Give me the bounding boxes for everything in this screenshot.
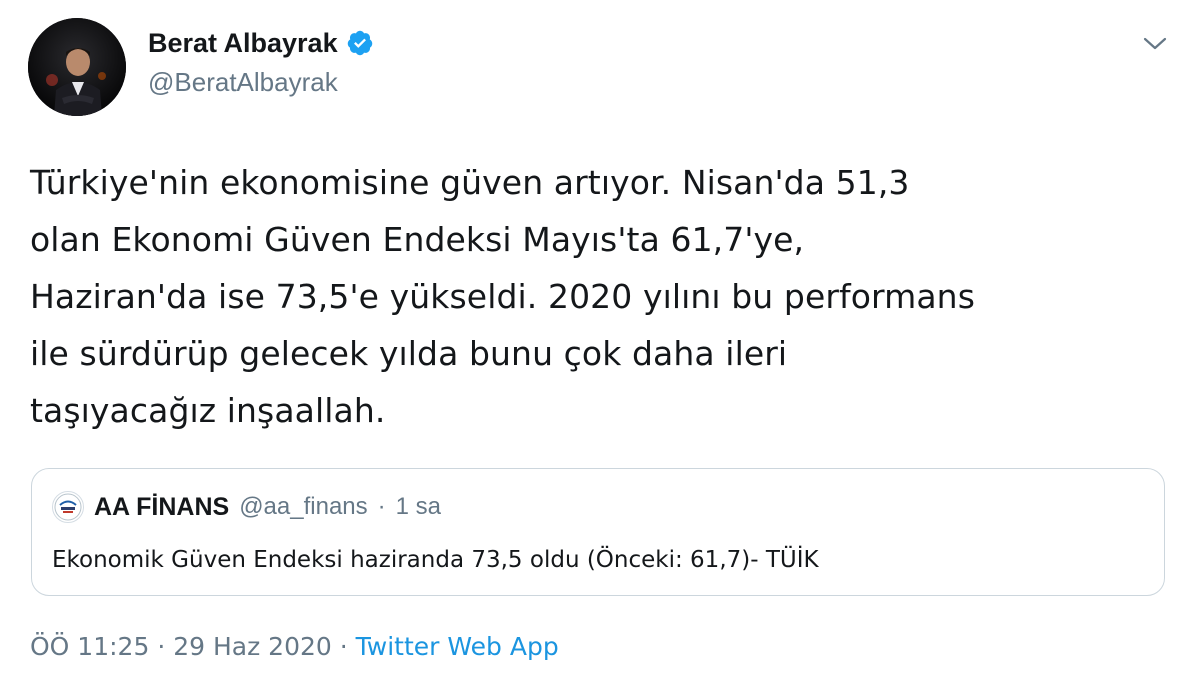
- quoted-timestamp: 1 sa: [395, 493, 442, 520]
- tweet-date[interactable]: 29 Haz 2020: [173, 632, 332, 661]
- tweet-header: Berat Albayrak @BeratAlbayrak: [28, 18, 1170, 118]
- quoted-handle: @aa_finans: [239, 493, 368, 520]
- tweet-text: Türkiye'nin ekonomisine güven artıyor. N…: [30, 163, 975, 430]
- tweet-time[interactable]: ÖÖ 11:25: [30, 632, 149, 661]
- chevron-down-icon[interactable]: [1140, 32, 1170, 56]
- quoted-display-name: AA FİNANS: [94, 492, 230, 521]
- quoted-tweet-header: AA FİNANS @aa_finans · 1 sa: [52, 491, 441, 523]
- meta-separator: ·: [339, 632, 348, 661]
- avatar-photo: [28, 18, 126, 116]
- quoted-tweet-text: Ekonomik Güven Endeksi haziranda 73,5 ol…: [52, 547, 819, 573]
- author-name-row[interactable]: Berat Albayrak: [148, 26, 374, 60]
- avatar[interactable]: [28, 18, 126, 116]
- quoted-avatar: [52, 491, 84, 523]
- meta-separator: ·: [157, 632, 166, 661]
- author-handle[interactable]: @BeratAlbayrak: [148, 66, 374, 98]
- source-app-link[interactable]: Twitter Web App: [356, 632, 559, 661]
- verified-badge-icon: [346, 29, 374, 57]
- aa-logo-icon: [54, 493, 82, 521]
- quoted-tweet[interactable]: AA FİNANS @aa_finans · 1 sa Ekonomik Güv…: [31, 468, 1165, 596]
- tweet-meta: ÖÖ 11:25 · 29 Haz 2020 · Twitter Web App: [30, 632, 559, 661]
- author-names: Berat Albayrak @BeratAlbayrak: [148, 26, 374, 98]
- quoted-separator: ·: [377, 493, 386, 520]
- author-display-name[interactable]: Berat Albayrak: [148, 26, 338, 60]
- tweet-card: Berat Albayrak @BeratAlbayrak Türkiye'ni…: [0, 0, 1200, 696]
